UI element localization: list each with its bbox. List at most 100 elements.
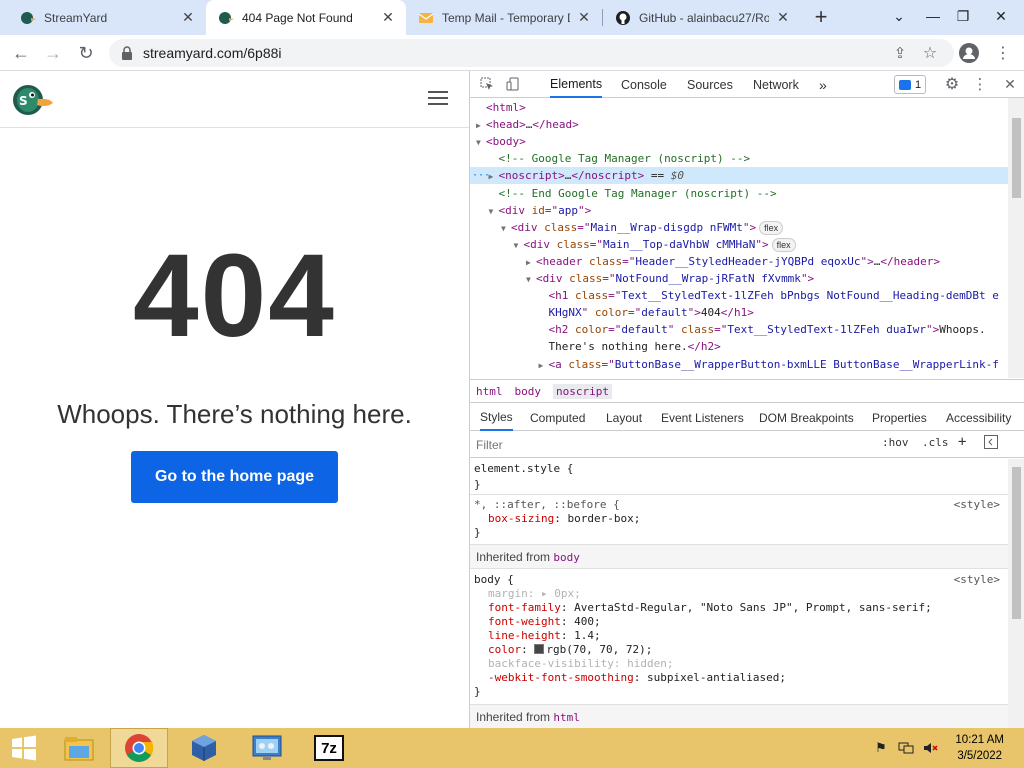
reload-icon[interactable]: ↻ — [73, 40, 99, 66]
css-property-value[interactable]: hidden; — [627, 657, 673, 670]
dom-node-line[interactable]: ▶ <noscript>…</noscript> == $0 ··· — [470, 167, 1008, 185]
css-property-value[interactable]: subpixel-antialiased; — [647, 671, 786, 684]
css-property-name[interactable]: backface-visibility — [488, 657, 614, 670]
devtools-menu-icon[interactable]: ⋮ — [971, 75, 989, 93]
network-icon[interactable] — [898, 740, 914, 756]
expand-triangle-icon[interactable]: ▼ — [501, 220, 511, 237]
devtools-tab-network[interactable]: Network — [753, 71, 799, 98]
tab-close-icon[interactable]: ✕ — [576, 9, 592, 26]
css-property-value[interactable]: AvertaStd-Regular, "Noto Sans JP", Promp… — [574, 601, 932, 614]
dom-node-line[interactable]: ▶ <a class="ButtonBase__WrapperButton-bxm… — [470, 356, 1008, 373]
css-property-name[interactable]: font-family — [488, 601, 561, 614]
bookmark-star-icon[interactable]: ☆ — [917, 40, 943, 66]
css-declaration[interactable]: font-family: AvertaStd-Regular, "Noto Sa… — [474, 601, 1004, 615]
css-declaration[interactable]: backface-visibility: hidden; — [474, 657, 1004, 671]
new-tab-plus-icon[interactable]: + — [808, 4, 834, 30]
subtab-layout[interactable]: Layout — [606, 404, 642, 431]
css-property-name[interactable]: -webkit-font-smoothing — [488, 671, 634, 684]
device-toolbar-icon[interactable] — [504, 75, 522, 93]
taskbar-file-explorer-icon[interactable] — [50, 728, 108, 768]
dom-node-line[interactable]: There's nothing here.</h2> — [470, 338, 1008, 355]
devtools-tab-console[interactable]: Console — [621, 71, 667, 98]
dom-node-line[interactable]: ▼ <div class="Main__Wrap-disgdp nFWMt"> fl… — [470, 219, 1008, 236]
taskbar-virtualbox-icon[interactable] — [175, 728, 233, 768]
css-property-name[interactable]: font-weight — [488, 615, 561, 628]
profile-avatar-icon[interactable] — [956, 40, 982, 66]
element-style-rule[interactable]: element.style { } — [470, 459, 1008, 495]
home-page-button[interactable]: Go to the home page — [131, 451, 338, 503]
universal-rule[interactable]: *, ::after, ::before { <style> box-sizin… — [470, 495, 1008, 545]
close-devtools-icon[interactable]: ✕ — [1001, 75, 1019, 93]
css-declaration[interactable]: margin: ▸ 0px; — [474, 587, 1004, 601]
system-clock[interactable]: 10:21 AM 3/5/2022 — [955, 732, 1004, 764]
css-property-value[interactable]: 400; — [574, 615, 601, 628]
subtab-accessibility[interactable]: Accessibility — [946, 404, 1011, 431]
tab-close-icon[interactable]: ✕ — [380, 9, 396, 26]
styles-filter-input[interactable] — [476, 435, 872, 455]
expand-triangle-icon[interactable]: ▼ — [514, 237, 524, 254]
issues-badge[interactable]: 1 — [894, 75, 926, 94]
breadcrumb-noscript[interactable]: noscript — [553, 383, 612, 399]
devtools-tab-elements[interactable]: Elements — [550, 71, 603, 98]
css-declaration[interactable]: color: rgb(70, 70, 72); — [474, 643, 1004, 657]
action-center-flag-icon[interactable]: ⚑ — [873, 740, 889, 756]
dom-node-line[interactable]: KHgNX" color="default">404</h1> — [470, 304, 1008, 321]
taskbar-chrome-icon[interactable] — [110, 728, 168, 768]
new-rule-plus-icon[interactable]: + — [958, 434, 966, 450]
color-swatch[interactable] — [534, 644, 545, 654]
rule-source-link[interactable]: <style> — [954, 498, 1000, 512]
taskbar-control-panel-icon[interactable] — [238, 728, 296, 768]
share-icon[interactable]: ⇪ — [887, 40, 913, 66]
inherited-tag-link[interactable]: body — [553, 551, 580, 564]
tab-temp-mail[interactable]: Temp Mail - Temporary Disposable Email ✕ — [406, 0, 602, 35]
css-property-value[interactable]: border-box; — [567, 512, 640, 525]
expand-triangle-icon[interactable]: ▶ — [476, 117, 486, 134]
hover-state-toggle[interactable]: :hov — [882, 436, 909, 449]
subtab-properties[interactable]: Properties — [872, 404, 927, 431]
expand-triangle-icon[interactable]: ▼ — [476, 134, 486, 151]
breadcrumb-body[interactable]: body — [515, 385, 542, 398]
selected-node-dots-icon[interactable]: ··· — [472, 167, 490, 184]
more-menu-icon[interactable]: ⋮ — [990, 40, 1016, 66]
dom-node-line[interactable]: <h1 class="Text__StyledText-1lZFeh bPnbg… — [470, 287, 1008, 304]
css-property-name[interactable]: box-sizing — [488, 512, 554, 525]
tab-404[interactable]: 404 Page Not Found ✕ — [206, 0, 406, 35]
css-property-value[interactable]: ▸ 0px; — [541, 587, 581, 600]
subtab-event-listeners[interactable]: Event Listeners — [661, 404, 744, 431]
dom-node-line[interactable]: <!-- End Google Tag Manager (noscript) -… — [470, 185, 1008, 202]
dom-node-line[interactable]: <html> — [470, 99, 1008, 116]
css-property-name[interactable]: color — [488, 643, 521, 656]
body-rule[interactable]: body { <style> margin: ▸ 0px; font-family… — [470, 569, 1008, 705]
styles-scrollbar[interactable] — [1008, 459, 1024, 728]
expand-triangle-icon[interactable]: ▶ — [526, 254, 536, 271]
tab-close-icon[interactable]: ✕ — [775, 9, 791, 26]
css-property-name[interactable]: line-height — [488, 629, 561, 642]
dom-node-line[interactable]: ▼ <div id="app"> — [470, 202, 1008, 219]
streamyard-duck-logo-icon[interactable]: S — [10, 81, 54, 117]
inherited-tag-link[interactable]: html — [553, 711, 580, 724]
settings-gear-icon[interactable]: ⚙ — [943, 75, 961, 93]
back-arrow-icon[interactable]: ← — [8, 40, 34, 66]
subtab-dom-breakpoints[interactable]: DOM Breakpoints — [759, 404, 854, 431]
dom-node-line[interactable]: ▼ <body> — [470, 133, 1008, 150]
subtab-computed[interactable]: Computed — [530, 404, 585, 431]
subtab-styles[interactable]: Styles — [480, 404, 513, 431]
dom-node-line[interactable]: ▼ <div class="NotFound__Wrap-jRFatN fXvmm… — [470, 270, 1008, 287]
tab-close-icon[interactable]: ✕ — [180, 9, 196, 26]
css-declaration[interactable]: line-height: 1.4; — [474, 629, 1004, 643]
tab-streamyard[interactable]: StreamYard ✕ — [8, 0, 206, 35]
dom-node-line[interactable]: <h2 color="default" class="Text__StyledT… — [470, 321, 1008, 338]
breadcrumb-html[interactable]: html — [476, 385, 503, 398]
address-bar[interactable]: streamyard.com/6p88i — [109, 39, 954, 67]
expand-triangle-icon[interactable]: ▶ — [539, 357, 549, 374]
dom-node-line[interactable]: ▼ <div class="Main__Top-daVhbW cMMHaN"> fl… — [470, 236, 1008, 253]
hamburger-menu-icon[interactable] — [428, 91, 448, 107]
toggle-sidebar-icon[interactable] — [984, 435, 998, 452]
devtools-tab-sources[interactable]: Sources — [687, 71, 733, 98]
rule-source-link[interactable]: <style> — [954, 573, 1000, 587]
forward-arrow-icon[interactable]: → — [40, 40, 66, 66]
tab-github[interactable]: GitHub - alainbacu27/Rom ✕ — [603, 0, 801, 35]
dom-scrollbar[interactable] — [1008, 98, 1024, 378]
dom-node-line[interactable]: ▶ <head>…</head> — [470, 116, 1008, 133]
start-button-icon[interactable] — [0, 728, 48, 768]
